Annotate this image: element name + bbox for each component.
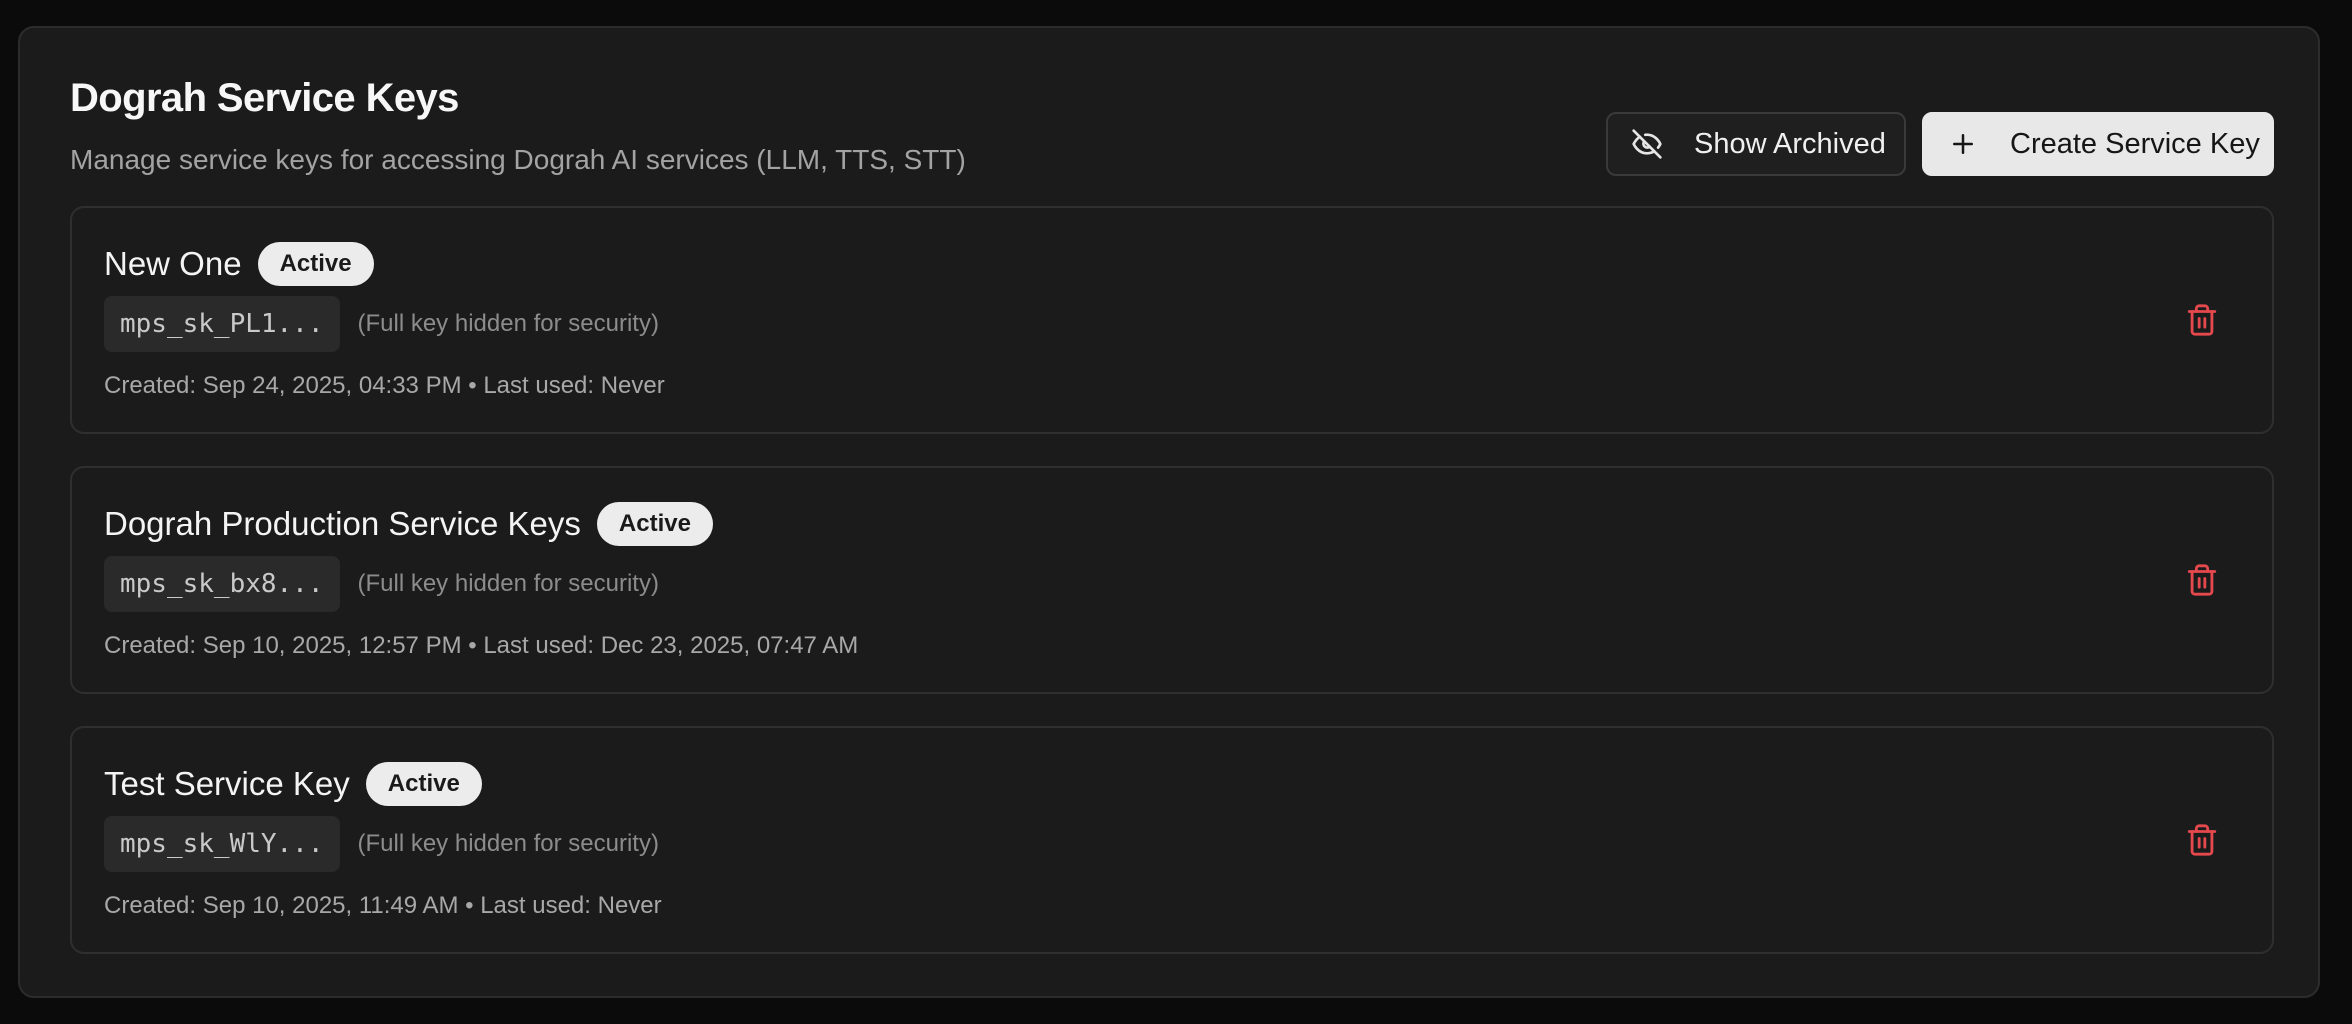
page-subtitle: Manage service keys for accessing Dograh… <box>70 144 966 175</box>
delete-key-button[interactable] <box>2184 822 2220 858</box>
key-meta: Created: Sep 24, 2025, 04:33 PM • Last u… <box>104 372 665 399</box>
eye-off-icon <box>1630 127 1664 161</box>
key-hidden-hint: (Full key hidden for security) <box>357 830 659 857</box>
trash-icon <box>2187 564 2217 596</box>
page-title: Dograh Service Keys <box>70 76 459 120</box>
card-title-row: Dograh Production Service Keys Active <box>104 502 713 546</box>
card-title-row: Test Service Key Active <box>104 762 482 806</box>
service-key-list: New One Active mps_sk_PL1... (Full key h… <box>70 206 2274 986</box>
service-key-name: Test Service Key <box>104 765 350 802</box>
create-service-key-button[interactable]: Create Service Key <box>1922 112 2274 176</box>
show-archived-label: Show Archived <box>1694 127 1886 160</box>
status-badge: Active <box>596 502 713 546</box>
key-prefix: mps_sk_PL1... <box>104 296 340 352</box>
service-key-name: Dograh Production Service Keys <box>104 505 581 542</box>
plus-icon <box>1946 127 1980 161</box>
key-hidden-hint: (Full key hidden for security) <box>357 310 659 337</box>
page-header: Dograh Service Keys Manage service keys … <box>70 72 2274 176</box>
key-row: mps_sk_bx8... (Full key hidden for secur… <box>104 556 659 612</box>
delete-key-button[interactable] <box>2184 562 2220 598</box>
status-badge: Active <box>257 242 374 286</box>
key-meta: Created: Sep 10, 2025, 12:57 PM • Last u… <box>104 632 859 659</box>
key-row: mps_sk_PL1... (Full key hidden for secur… <box>104 296 659 352</box>
key-meta: Created: Sep 10, 2025, 11:49 AM • Last u… <box>104 892 662 919</box>
key-prefix: mps_sk_WlY... <box>104 816 340 872</box>
create-service-key-label: Create Service Key <box>2010 127 2260 160</box>
trash-icon <box>2187 304 2217 336</box>
key-prefix: mps_sk_bx8... <box>104 556 340 612</box>
service-keys-panel: Dograh Service Keys Manage service keys … <box>18 26 2320 998</box>
service-key-name: New One <box>104 245 242 282</box>
card-title-row: New One Active <box>104 242 374 286</box>
trash-icon <box>2187 824 2217 856</box>
key-hidden-hint: (Full key hidden for security) <box>357 570 659 597</box>
show-archived-button[interactable]: Show Archived <box>1606 112 1906 176</box>
service-key-card: Test Service Key Active mps_sk_WlY... (F… <box>70 726 2274 954</box>
delete-key-button[interactable] <box>2184 302 2220 338</box>
service-key-card: New One Active mps_sk_PL1... (Full key h… <box>70 206 2274 434</box>
status-badge: Active <box>365 762 482 806</box>
service-key-card: Dograh Production Service Keys Active mp… <box>70 466 2274 694</box>
key-row: mps_sk_WlY... (Full key hidden for secur… <box>104 816 659 872</box>
